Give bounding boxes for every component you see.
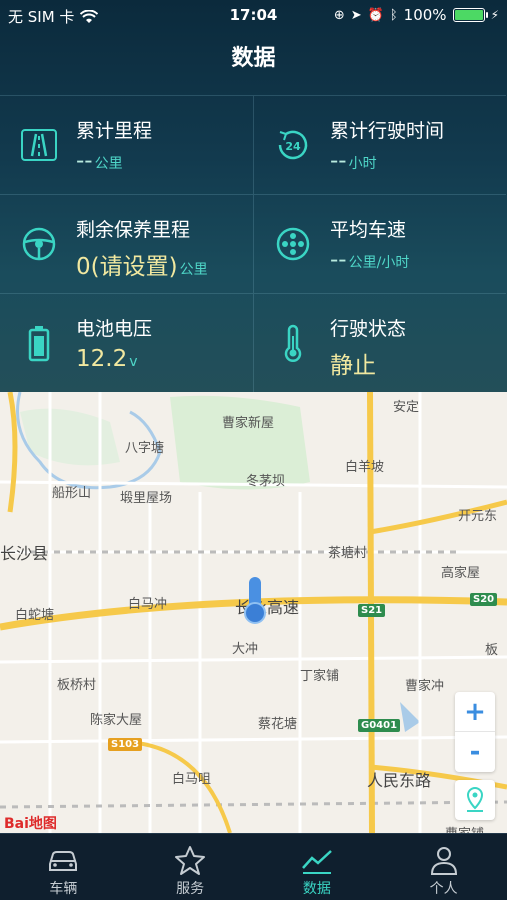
map-label: 丁家铺	[300, 669, 340, 684]
charging-icon: ⚡	[490, 8, 499, 22]
stat-average-speed: 平均车速 -- 公里/小时	[253, 194, 506, 293]
stat-value: 0(请设置) 公里	[76, 254, 208, 280]
map-label: 白羊坡	[345, 460, 385, 475]
stat-value: 12.2 v	[76, 346, 138, 372]
wheel-icon	[276, 227, 310, 261]
tab-label: 数据	[302, 881, 331, 897]
baidu-map-logo: Bai地图	[4, 816, 57, 832]
map-label: 船形山	[52, 486, 92, 501]
map-label: 大冲	[232, 642, 259, 657]
stats-grid: 累计里程 -- 公里 24 累计行驶时间 -- 小时 剩余保养里程 0(请设置)…	[0, 95, 507, 392]
location-arrow-icon: ➤	[350, 7, 362, 23]
stat-remaining-maintenance[interactable]: 剩余保养里程 0(请设置) 公里	[0, 194, 253, 293]
stat-value: 静止	[330, 353, 376, 379]
map-label: 人民东路	[367, 771, 432, 790]
data-panel: 无 SIM 卡 17:04 ⊕ ➤ ⏰ ᛒ 100% ⚡ 数据 累计里程 -- …	[0, 0, 507, 392]
tab-label: 服务	[176, 881, 205, 897]
road-icon	[21, 129, 57, 161]
person-icon	[430, 847, 457, 875]
bluetooth-icon: ᛒ	[389, 7, 398, 23]
tab-bar: 车辆 服务 数据 个人	[0, 833, 507, 900]
map-label: 高家屋	[441, 566, 481, 581]
battery-icon	[452, 8, 488, 22]
stat-battery-voltage: 电池电压 12.2 v	[0, 293, 253, 392]
road-shield: S20	[470, 593, 498, 606]
map-label: 曹家冲	[405, 679, 445, 694]
map-label: 陈家大屋	[90, 713, 143, 728]
road-shield: G0401	[358, 719, 401, 732]
map-label: 长沙县	[0, 544, 49, 563]
rotation-lock-icon: ⊕	[333, 7, 345, 23]
clock-24-icon: 24	[278, 130, 308, 160]
map-label: 板	[485, 643, 499, 658]
map-label: 茶塘村	[328, 546, 368, 561]
stat-label: 剩余保养里程	[76, 219, 191, 241]
vehicle-location-pin[interactable]	[243, 577, 267, 625]
map-label: 白马咀	[172, 772, 212, 787]
thermometer-icon	[284, 324, 302, 362]
alarm-icon: ⏰	[367, 7, 384, 23]
tab-service[interactable]: 服务	[127, 834, 254, 900]
stat-driving-status: 行驶状态 静止	[253, 293, 506, 392]
svg-text:24: 24	[285, 140, 301, 153]
status-bar: 无 SIM 卡 17:04 ⊕ ➤ ⏰ ᛒ 100% ⚡	[0, 0, 507, 30]
battery-percent: 100%	[403, 6, 447, 24]
road-shield: S21	[358, 604, 386, 617]
stat-value: -- 公里	[76, 148, 123, 174]
location-pin-icon	[466, 786, 484, 812]
stat-value: -- 小时	[330, 148, 377, 174]
stat-total-mileage: 累计里程 -- 公里	[0, 95, 253, 194]
tab-profile[interactable]: 个人	[380, 834, 507, 900]
map-label: 蔡花塘	[258, 717, 298, 732]
tab-vehicle[interactable]: 车辆	[0, 834, 127, 900]
map-label: 安定	[393, 400, 420, 415]
map-label: 曹家新屋	[222, 416, 275, 431]
stat-label: 累计里程	[76, 120, 153, 142]
app: 无 SIM 卡 17:04 ⊕ ➤ ⏰ ᛒ 100% ⚡ 数据 累计里程 -- …	[0, 0, 507, 900]
map-label: 板桥村	[57, 678, 97, 693]
map-label: 白蛇塘	[15, 608, 55, 623]
steering-wheel-icon	[22, 227, 56, 261]
tab-data[interactable]: 数据	[254, 834, 381, 900]
tab-label: 车辆	[49, 881, 78, 897]
star-icon	[175, 846, 206, 875]
road-shield: S103	[108, 738, 143, 751]
battery-icon	[28, 326, 50, 362]
stat-label: 电池电压	[76, 318, 153, 340]
locate-button[interactable]	[455, 780, 495, 820]
zoom-controls: + -	[455, 692, 495, 772]
stat-label: 行驶状态	[330, 318, 407, 340]
page-title: 数据	[231, 46, 276, 71]
stat-total-drive-time: 24 累计行驶时间 -- 小时	[253, 95, 506, 194]
stat-label: 累计行驶时间	[330, 120, 445, 142]
tab-label: 个人	[429, 881, 458, 897]
car-icon	[49, 851, 78, 871]
stat-label: 平均车速	[330, 219, 407, 241]
stat-value: -- 公里/小时	[330, 247, 410, 273]
map-label: 开元东	[458, 509, 498, 524]
map-label: 塅里屋场	[120, 491, 173, 506]
map-label: 八字塘	[125, 441, 165, 456]
map-view[interactable]: 曹家新屋 安定 八字塘 白羊坡 冬茅坝 船形山 塅里屋场 开元东 长沙县 茶塘村…	[0, 392, 507, 833]
zoom-out-button[interactable]: -	[455, 732, 495, 772]
zoom-in-button[interactable]: +	[455, 692, 495, 732]
map-label: 白马冲	[128, 597, 168, 612]
map-label: 曹家铺	[445, 823, 484, 833]
map-label: 冬茅坝	[246, 474, 286, 489]
chart-icon	[301, 850, 332, 874]
